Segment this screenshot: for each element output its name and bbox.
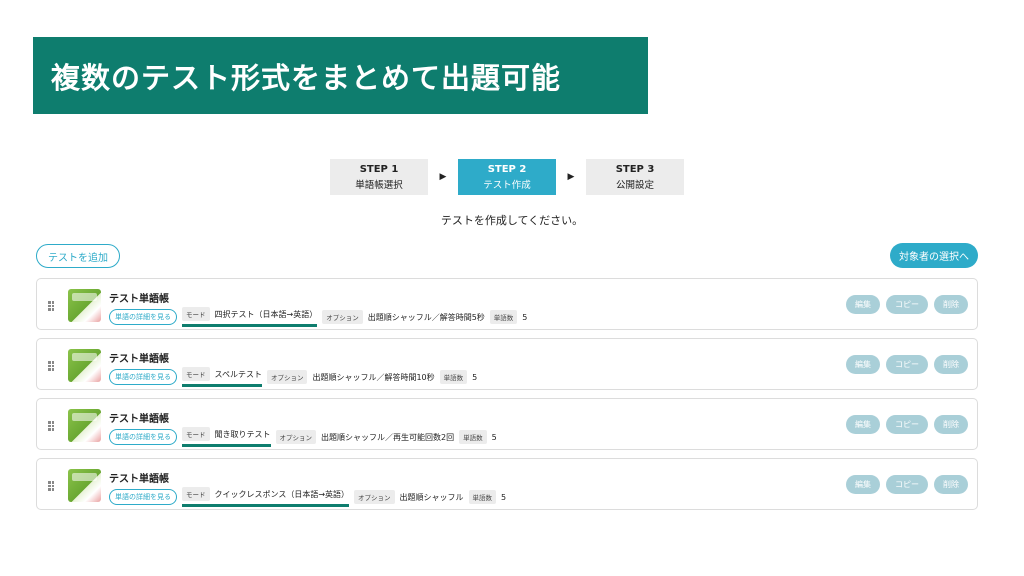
step-2-label: テスト作成 [483,179,531,191]
view-details-link[interactable]: 単語の詳細を見る [109,369,177,385]
card-actions: 編集 コピー 削除 [846,415,968,434]
mode-value: スペルテスト [214,369,262,379]
card-meta: 単語の詳細を見る モード 四択テスト（日本語→英語） オプション 出題順シャッフ… [109,307,527,327]
wordbook-thumbnail [68,349,101,382]
mode-highlight: モード スペルテスト [182,367,262,387]
mode-highlight: モード 四択テスト（日本語→英語） [182,307,318,327]
step-3-number: STEP 3 [615,163,655,175]
mode-tag: モード [182,307,210,321]
edit-button[interactable]: 編集 [846,475,880,494]
mode-value: クイックレスポンス（日本語→英語） [214,489,350,499]
option-value: 出題順シャッフル／解答時間5秒 [367,312,485,322]
step-3: STEP 3 公開設定 [586,159,684,195]
step-indicator: STEP 1 単語帳選択 ▶ STEP 2 テスト作成 ▶ STEP 3 公開設… [330,159,684,195]
drag-handle-icon[interactable] [48,301,58,311]
step-arrow-icon: ▶ [567,172,575,182]
copy-button[interactable]: コピー [886,295,928,314]
count-tag: 単語数 [489,310,518,324]
mode-highlight: モード 聞き取りテスト [182,427,271,447]
step-arrow-icon: ▶ [439,172,447,182]
option-value: 出題順シャッフル／解答時間10秒 [312,372,435,382]
edit-button[interactable]: 編集 [846,295,880,314]
card-actions: 編集 コピー 削除 [846,295,968,314]
count-value: 5 [522,312,528,322]
test-card: テスト単語帳 単語の詳細を見る モード クイックレスポンス（日本語→英語） オプ… [36,458,978,510]
delete-button[interactable]: 削除 [934,355,968,374]
step-3-label: 公開設定 [615,179,654,191]
view-details-link[interactable]: 単語の詳細を見る [109,429,177,445]
test-card: テスト単語帳 単語の詳細を見る モード 四択テスト（日本語→英語） オプション … [36,278,978,330]
view-details-link[interactable]: 単語の詳細を見る [109,309,177,325]
mode-tag: モード [182,427,210,441]
wordbook-thumbnail [68,409,101,442]
option-value: 出題順シャッフル／再生可能回数2回 [321,432,455,442]
view-details-link[interactable]: 単語の詳細を見る [109,489,177,505]
wordbook-thumbnail [68,469,101,502]
mode-value: 四択テスト（日本語→英語） [214,309,318,319]
copy-button[interactable]: コピー [886,355,928,374]
copy-button[interactable]: コピー [886,415,928,434]
option-tag: オプション [322,310,363,324]
instruction-text: テストを作成してください。 [440,214,584,227]
step-1-number: STEP 1 [359,163,399,175]
drag-handle-icon[interactable] [48,481,58,491]
card-meta: 単語の詳細を見る モード 聞き取りテスト オプション 出題順シャッフル／再生可能… [109,427,497,447]
count-value: 5 [501,492,507,502]
edit-button[interactable]: 編集 [846,355,880,374]
delete-button[interactable]: 削除 [934,415,968,434]
card-title: テスト単語帳 [109,414,169,425]
mode-value: 聞き取りテスト [214,429,271,439]
copy-button[interactable]: コピー [886,475,928,494]
option-tag: オプション [354,490,395,504]
card-title: テスト単語帳 [109,474,169,485]
delete-button[interactable]: 削除 [934,295,968,314]
mode-tag: モード [182,367,210,381]
count-value: 5 [491,432,497,442]
card-title: テスト単語帳 [109,294,169,305]
card-meta: 単語の詳細を見る モード スペルテスト オプション 出題順シャッフル／解答時間1… [109,367,477,387]
card-meta: 単語の詳細を見る モード クイックレスポンス（日本語→英語） オプション 出題順… [109,487,506,507]
option-tag: オプション [275,430,316,444]
next-select-target-button[interactable]: 対象者の選択へ [890,243,978,268]
wordbook-thumbnail [68,289,101,322]
mode-tag: モード [182,487,210,501]
step-2-number: STEP 2 [487,163,527,175]
option-value: 出題順シャッフル [399,492,464,502]
count-tag: 単語数 [439,370,468,384]
delete-button[interactable]: 削除 [934,475,968,494]
option-tag: オプション [266,370,308,384]
banner-title: 複数のテスト形式をまとめて出題可能 [33,37,648,114]
step-1-label: 単語帳選択 [355,179,403,191]
card-actions: 編集 コピー 削除 [846,475,968,494]
step-2: STEP 2 テスト作成 [458,159,556,195]
step-1: STEP 1 単語帳選択 [330,159,428,195]
test-card: テスト単語帳 単語の詳細を見る モード スペルテスト オプション 出題順シャッフ… [36,338,978,390]
mode-highlight: モード クイックレスポンス（日本語→英語） [182,487,350,507]
test-card: テスト単語帳 単語の詳細を見る モード 聞き取りテスト オプション 出題順シャッ… [36,398,978,450]
count-value: 5 [472,372,478,382]
count-tag: 単語数 [459,430,487,444]
edit-button[interactable]: 編集 [846,415,880,434]
add-test-button[interactable]: テストを追加 [36,244,120,268]
drag-handle-icon[interactable] [48,361,58,371]
card-title: テスト単語帳 [109,354,169,365]
drag-handle-icon[interactable] [48,421,58,431]
count-tag: 単語数 [468,490,497,504]
card-actions: 編集 コピー 削除 [846,355,968,374]
